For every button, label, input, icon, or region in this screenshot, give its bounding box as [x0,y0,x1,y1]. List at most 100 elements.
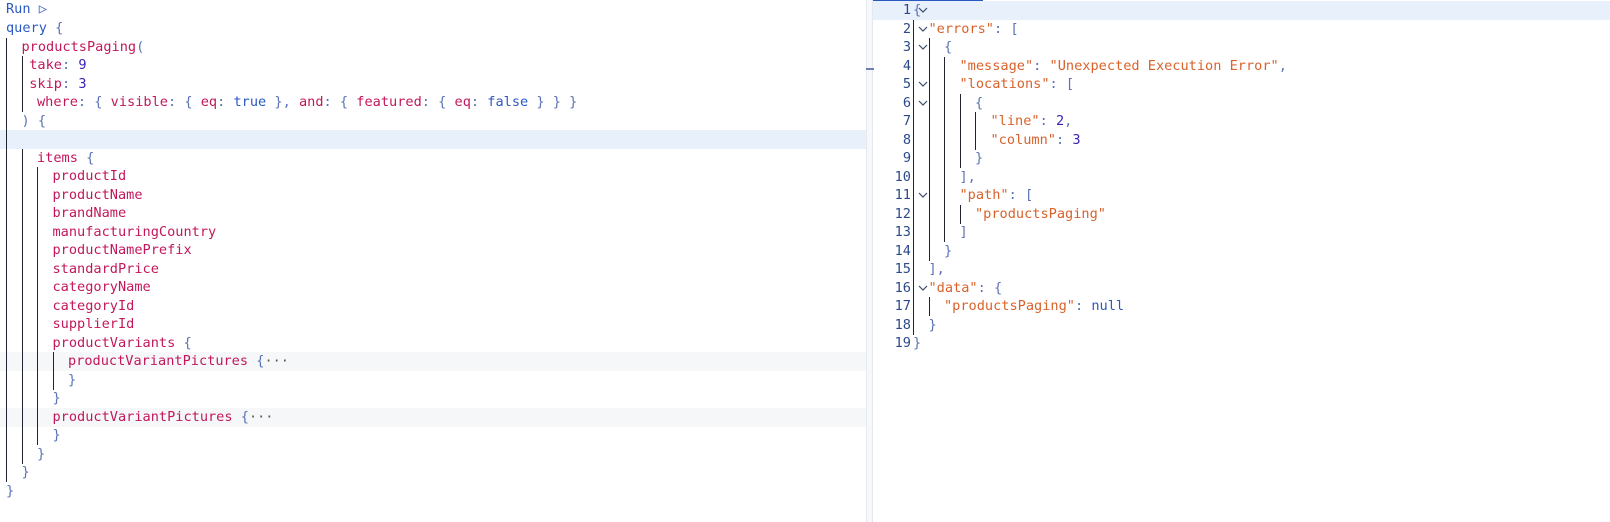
chevron-down-icon[interactable] [918,79,928,89]
json-token: 2 [1055,113,1065,129]
query-line[interactable]: items { [0,148,866,168]
query-line[interactable]: } [0,444,866,464]
chevron-down-icon[interactable] [918,24,928,34]
query-line[interactable]: } [0,482,866,501]
indent-guide [37,333,38,353]
json-token: } [944,242,953,259]
query-token: : { [167,94,201,110]
line-number: 10 [894,168,911,185]
line-number: 1 [902,2,911,18]
indent-guide [975,112,976,131]
indent-guide [21,278,23,297]
chevron-down-icon[interactable] [918,190,928,200]
indent-guide [37,407,38,427]
query-line-code: items { [37,149,94,168]
line-number: 6 [902,94,911,111]
json-token: ], [928,261,945,277]
result-line-code: "line": 2, [991,112,1073,131]
indent-guide [913,75,914,94]
query-line-code: } [22,463,30,482]
query-token: { [232,408,249,425]
query-line-code: } [53,389,61,408]
query-token: } [37,445,46,462]
result-line-code: "column": 3 [991,131,1081,150]
result-line: 10], [873,167,1610,187]
result-line: 3{ [873,38,1610,57]
query-line[interactable]: productsPaging( [0,37,866,57]
query-token: categoryName [52,279,151,295]
indent-guide [944,75,945,94]
json-token: ] [959,224,968,240]
query-token: standardPrice [52,260,159,277]
query-line[interactable]: categoryId [0,296,866,316]
query-token: 3 [78,75,87,92]
indent-guide [944,186,945,205]
json-token: } [913,335,922,351]
indent-guide [6,37,7,57]
run-button[interactable]: Run ▷ [6,0,47,19]
query-line[interactable]: productId [0,167,866,186]
query-line[interactable]: productNamePrefix [0,241,866,260]
query-token: : [62,75,79,92]
json-token: { [975,94,984,111]
indent-guide [37,389,38,408]
query-line[interactable]: categoryName [0,278,866,297]
json-token: "productsPaging" [975,205,1106,222]
query-line[interactable]: skip: 3 [0,74,866,94]
query-line[interactable]: } [0,426,866,445]
chevron-down-icon[interactable] [918,98,928,108]
indent-guide [21,296,23,316]
fold-ellipsis[interactable]: ··· [249,409,274,425]
query-line[interactable]: brandName [0,204,866,223]
query-line[interactable]: ) { [0,111,866,131]
result-line: 4 "message": "Unexpected Execution Error"… [873,56,1610,76]
json-token: : [1039,113,1056,129]
indent-guide [959,130,961,150]
query-line[interactable]: productVariantPictures {··· [0,407,866,427]
query-line[interactable]: productName [0,185,866,205]
query-line[interactable]: productVariants { [0,333,866,353]
indent-guide [928,112,930,131]
query-line[interactable]: standardPrice [0,259,866,279]
chevron-down-icon[interactable] [918,42,928,52]
indent-guide [913,186,914,205]
query-line[interactable]: } [0,463,866,482]
query-line-code: categoryId [53,297,135,316]
indent-guide [21,259,23,279]
result-line: 19} [873,334,1610,353]
query-line[interactable]: query { [0,19,866,38]
result-line: 1{ [873,1,1610,20]
query-line[interactable]: take: 9 [0,56,866,75]
indent-guide [6,130,7,149]
indent-guide [928,241,930,261]
line-number: 9 [902,150,911,166]
result-line-code: ], [960,168,976,187]
query-line[interactable]: where: { visible: { eq: true }, and: { f… [0,93,866,112]
json-token: : [1055,131,1073,148]
query-line[interactable]: } [0,370,866,390]
result-line: 18} [873,315,1610,335]
query-line[interactable]: } [0,389,866,408]
indent-guide [37,278,38,297]
indent-guide [913,93,914,113]
chevron-down-icon[interactable] [918,283,928,293]
query-line-code: productName [53,186,143,205]
pane-resize-handle[interactable] [866,0,874,522]
result-line: 12 "productsPaging" [873,204,1610,224]
query-line[interactable]: supplierId [0,315,866,334]
query-line[interactable]: manufacturingCountry [0,222,866,242]
query-line-code: take: 9 [29,56,86,75]
result-line-code: ], [929,260,945,279]
indent-guide [928,149,930,168]
indent-guide [37,222,38,242]
indent-guide [52,370,54,390]
query-line[interactable] [0,130,866,149]
query-line[interactable]: productVariantPictures {··· [0,352,866,371]
indent-guide [6,370,7,390]
indent-guide [21,185,23,205]
line-number: 16 [894,279,911,296]
run-play-icon: ▷ [38,1,47,17]
query-editor[interactable]: Run ▷ query {productsPaging(take: 9 skip:… [0,0,866,522]
json-token: , [1064,113,1073,129]
fold-ellipsis[interactable]: ··· [264,353,289,369]
